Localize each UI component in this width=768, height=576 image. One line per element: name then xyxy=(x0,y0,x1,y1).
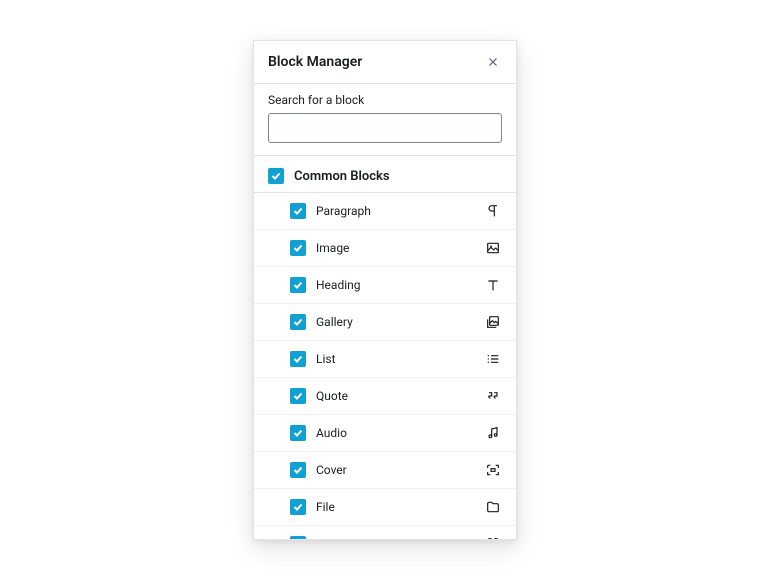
category-checkbox[interactable] xyxy=(268,168,284,184)
block-checkbox[interactable] xyxy=(290,314,306,330)
search-section: Search for a block xyxy=(254,84,516,156)
modal-title: Block Manager xyxy=(268,54,362,70)
block-label: Quote xyxy=(316,389,474,403)
block-checkbox[interactable] xyxy=(290,499,306,515)
category-row: Common Blocks xyxy=(254,156,516,193)
file-icon xyxy=(484,498,502,516)
block-label: Image xyxy=(316,241,474,255)
block-item-heading: Heading xyxy=(254,267,516,304)
block-item-image: Image xyxy=(254,230,516,267)
block-item-list: List xyxy=(254,341,516,378)
block-item-gallery: Gallery xyxy=(254,304,516,341)
block-checkbox[interactable] xyxy=(290,536,306,540)
cover-icon xyxy=(484,461,502,479)
block-item-paragraph: Paragraph xyxy=(254,193,516,230)
block-label: Audio xyxy=(316,426,474,440)
audio-icon xyxy=(484,424,502,442)
block-label: Paragraph xyxy=(316,204,474,218)
block-checkbox[interactable] xyxy=(290,388,306,404)
block-item-audio: Audio xyxy=(254,415,516,452)
block-checkbox[interactable] xyxy=(290,425,306,441)
block-label: Video xyxy=(316,537,474,540)
block-checkbox[interactable] xyxy=(290,462,306,478)
modal-header: Block Manager xyxy=(254,41,516,84)
image-icon xyxy=(484,239,502,257)
block-item-quote: Quote xyxy=(254,378,516,415)
block-label: Heading xyxy=(316,278,474,292)
gallery-icon xyxy=(484,313,502,331)
block-label: Cover xyxy=(316,463,474,477)
block-checkbox[interactable] xyxy=(290,240,306,256)
block-label: File xyxy=(316,500,474,514)
list-icon xyxy=(484,350,502,368)
block-checkbox[interactable] xyxy=(290,351,306,367)
close-icon[interactable] xyxy=(484,53,502,71)
block-label: Gallery xyxy=(316,315,474,329)
search-label: Search for a block xyxy=(268,93,502,107)
block-label: List xyxy=(316,352,474,366)
paragraph-icon xyxy=(484,202,502,220)
category-title: Common Blocks xyxy=(294,169,390,184)
block-manager-modal: Block Manager Search for a block Common … xyxy=(253,40,517,540)
block-item-cover: Cover xyxy=(254,452,516,489)
search-input[interactable] xyxy=(268,113,502,143)
video-icon xyxy=(484,535,502,540)
block-item-file: File xyxy=(254,489,516,526)
block-checkbox[interactable] xyxy=(290,203,306,219)
block-item-video: Video xyxy=(254,526,516,540)
heading-icon xyxy=(484,276,502,294)
block-checkbox[interactable] xyxy=(290,277,306,293)
quote-icon xyxy=(484,387,502,405)
blocks-list: Paragraph Image Heading Gallery xyxy=(254,193,516,540)
